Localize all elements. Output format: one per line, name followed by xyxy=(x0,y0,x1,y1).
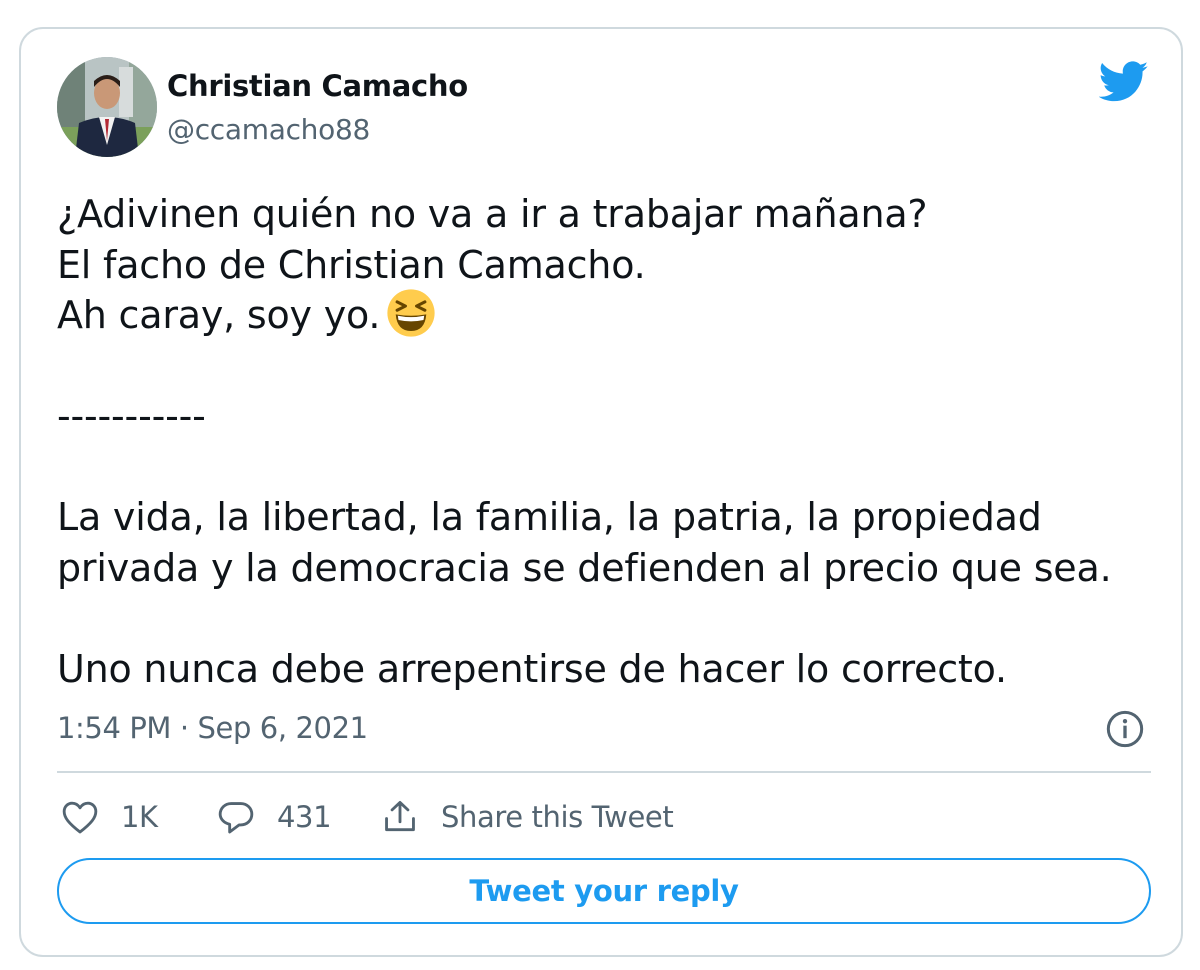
tweet-line: privada y la democracia se defienden al … xyxy=(57,545,1112,590)
tweet-line: ----------- xyxy=(57,394,206,438)
share-label: Share this Tweet xyxy=(441,800,674,834)
tweet-line xyxy=(57,593,1147,644)
tweet-line: El facho de Christian Camacho. xyxy=(57,242,646,287)
tweet-line: La vida, la libertad, la familia, la pat… xyxy=(57,495,1042,539)
tweet-line: Ah caray, soy yo. xyxy=(57,288,1147,341)
tweet-line xyxy=(57,341,1147,392)
comment-icon xyxy=(218,802,254,834)
tweet-timestamp[interactable]: 1:54 PM · Sep 6, 2021 xyxy=(57,711,368,745)
grinning-squinting-face-emoji xyxy=(387,288,435,337)
reply-count: 431 xyxy=(277,800,332,834)
author-name[interactable]: Christian Camacho xyxy=(167,69,468,103)
twitter-bird-icon[interactable] xyxy=(1099,61,1149,103)
tweet-text: ¿Adivinen quién no va a ir a trabajar ma… xyxy=(57,189,1147,694)
like-count: 1K xyxy=(121,800,158,834)
heart-icon xyxy=(62,801,98,834)
reply-count-button[interactable]: 431 xyxy=(217,795,332,839)
tweet-line-text: Ah caray, soy yo. xyxy=(57,293,381,337)
tweet-your-reply-button[interactable]: Tweet your reply xyxy=(57,858,1151,924)
share-button[interactable]: Share this Tweet xyxy=(381,795,674,839)
author-handle[interactable]: @ccamacho88 xyxy=(167,113,370,146)
tweet-line: Uno nunca debe arrepentirse de hacer lo … xyxy=(57,646,1007,691)
tweet-line xyxy=(57,442,1147,493)
tweet-line: ¿Adivinen quién no va a ir a trabajar ma… xyxy=(57,192,928,236)
tweet-card: Christian Camacho @ccamacho88 ¿Adivinen … xyxy=(19,27,1183,957)
share-icon xyxy=(385,801,415,832)
info-icon[interactable] xyxy=(1105,709,1145,749)
like-button[interactable]: 1K xyxy=(61,795,158,839)
avatar[interactable] xyxy=(57,57,157,157)
divider xyxy=(57,771,1151,773)
